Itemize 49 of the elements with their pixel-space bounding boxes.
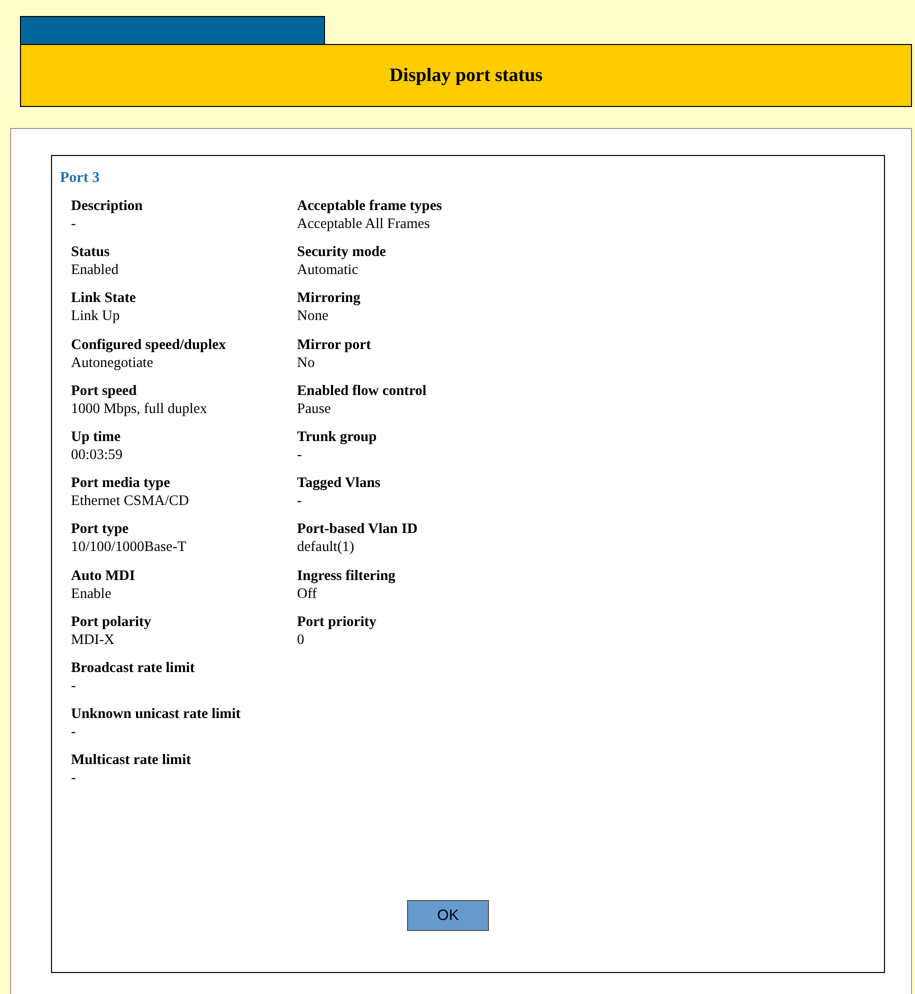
field-value: Pause <box>297 400 331 418</box>
field-label: Description <box>71 197 143 215</box>
field-value: - <box>297 446 302 464</box>
field-label: Enabled flow control <box>297 382 426 400</box>
field-label: Mirroring <box>297 289 360 308</box>
field-label: Port type <box>71 520 129 538</box>
field-value: - <box>71 215 76 233</box>
field-value: - <box>71 676 76 695</box>
field-value: Off <box>297 584 317 602</box>
field-label: Auto MDI <box>71 566 136 584</box>
field-label: Port priority <box>297 612 376 631</box>
port-title: Port 3 <box>60 170 100 187</box>
page-title: Display port status <box>20 44 912 107</box>
field-label: Up time <box>71 428 121 446</box>
field-label: Unknown unicast rate limit <box>71 705 241 724</box>
field-label: Link State <box>71 289 136 308</box>
field-value: Ethernet CSMA/CD <box>71 492 190 510</box>
field-label: Multicast rate limit <box>71 751 191 770</box>
field-value: Enable <box>71 584 112 602</box>
field-value: None <box>297 307 328 326</box>
field-label: Port media type <box>71 474 170 492</box>
field-value: - <box>71 769 76 788</box>
field-value: Acceptable All Frames <box>297 215 430 233</box>
field-value: 1000 Mbps, full duplex <box>71 400 208 418</box>
field-value: MDI-X <box>71 630 114 649</box>
field-label: Security mode <box>297 243 386 262</box>
field-label: Configured speed/duplex <box>71 336 226 354</box>
field-label: Trunk group <box>297 428 377 446</box>
field-label: Port speed <box>71 382 137 400</box>
field-value: Autonegotiate <box>71 354 154 372</box>
field-label: Ingress filtering <box>297 566 396 584</box>
field-value: 0 <box>297 630 304 649</box>
field-value: Link Up <box>71 307 120 326</box>
field-label: Port-based Vlan ID <box>297 520 418 538</box>
field-value: No <box>297 354 315 372</box>
field-value: Automatic <box>297 261 358 280</box>
field-value: default(1) <box>297 538 354 556</box>
field-value: Enabled <box>71 261 119 280</box>
field-value: 00:03:59 <box>71 446 123 464</box>
field-label: Mirror port <box>297 336 371 354</box>
field-label: Broadcast rate limit <box>71 658 195 677</box>
field-label: Status <box>71 243 110 262</box>
field-label: Acceptable frame types <box>297 197 442 215</box>
field-value: - <box>297 492 302 510</box>
field-label: Tagged Vlans <box>297 474 380 492</box>
field-label: Port polarity <box>71 612 152 631</box>
field-value: 10/100/1000Base-T <box>71 538 186 556</box>
ok-button[interactable]: OK <box>407 900 489 931</box>
field-value: - <box>71 723 76 742</box>
